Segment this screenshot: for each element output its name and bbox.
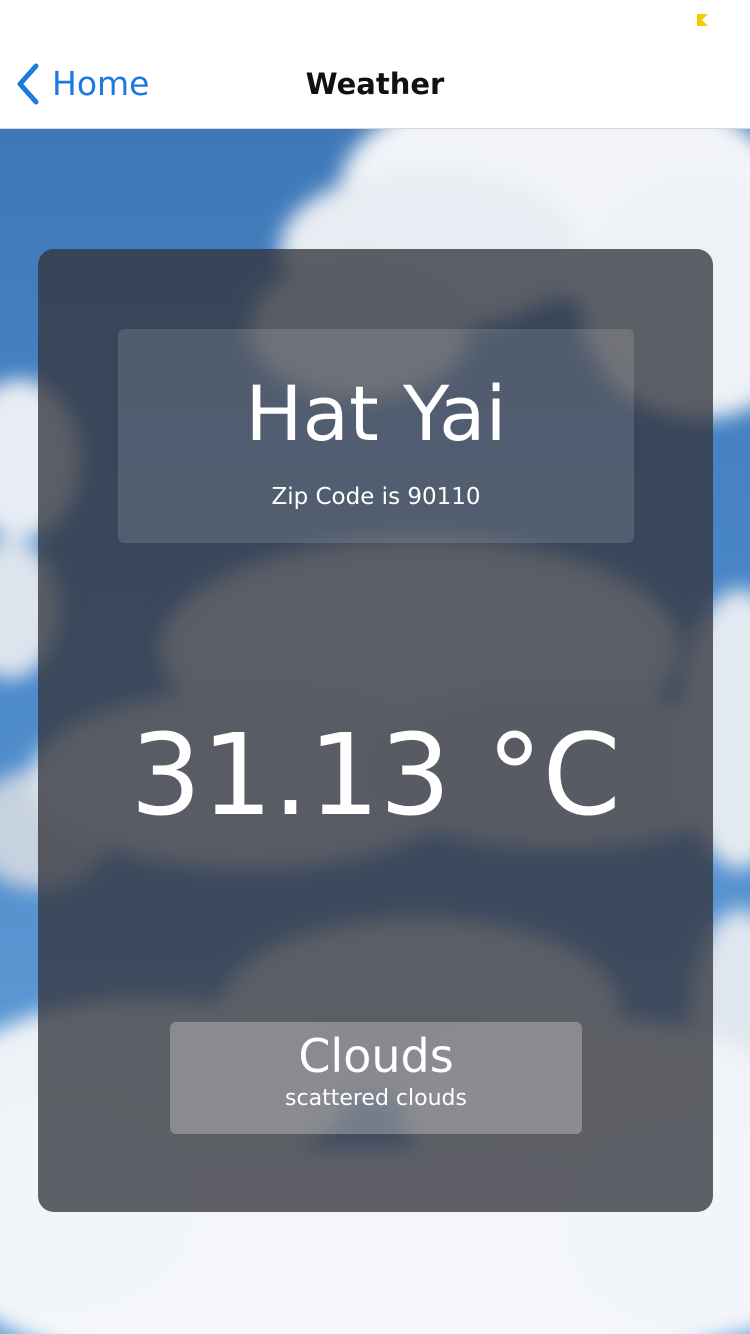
city-panel: Hat Yai Zip Code is 90110 bbox=[118, 329, 634, 543]
condition-description: scattered clouds bbox=[285, 1086, 467, 1111]
zip-code-text: Zip Code is 90110 bbox=[271, 484, 481, 510]
page-title: Weather bbox=[305, 67, 445, 101]
condition-main: Clouds bbox=[298, 1029, 454, 1083]
weather-card: Hat Yai Zip Code is 90110 31.13 °C Cloud… bbox=[38, 249, 713, 1212]
battery-low-icon bbox=[697, 14, 708, 26]
cloudy-sky-image: Hat Yai Zip Code is 90110 31.13 °C Cloud… bbox=[0, 129, 750, 1334]
city-name: Hat Yai bbox=[245, 369, 507, 458]
condition-panel: Clouds scattered clouds bbox=[170, 1022, 582, 1134]
temperature-value: 31.13 °C bbox=[130, 711, 621, 841]
status-bar bbox=[0, 0, 750, 40]
navigation-bar: Home Weather bbox=[0, 40, 750, 129]
